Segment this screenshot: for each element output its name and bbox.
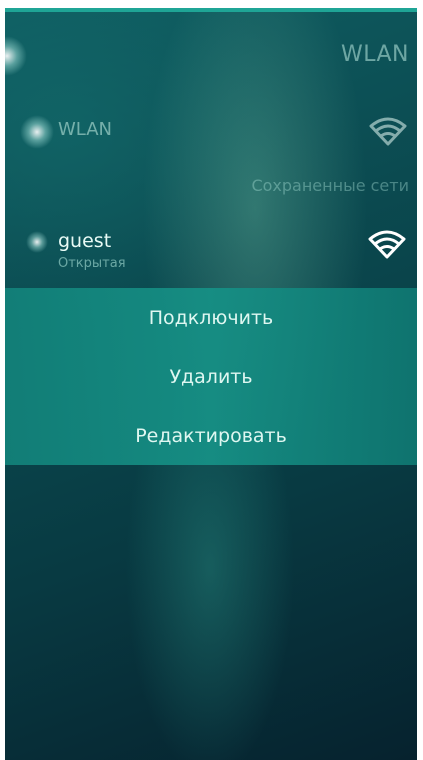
delete-menu-item[interactable]: Удалить xyxy=(5,349,417,405)
wifi-icon xyxy=(369,117,407,146)
connect-menu-item[interactable]: Подключить xyxy=(5,290,417,346)
top-accent-strip xyxy=(5,8,417,12)
wifi-icon xyxy=(368,230,406,259)
pulley-menu-indicator[interactable] xyxy=(5,36,27,76)
network-item-guest[interactable]: guest Открытая xyxy=(5,228,417,280)
context-menu: Подключить Удалить Редактировать xyxy=(5,288,417,465)
edit-menu-item[interactable]: Редактировать xyxy=(5,408,417,464)
wlan-settings-page: WLAN WLAN Сохраненные сети guest Открыта… xyxy=(5,8,417,760)
saved-networks-header: Сохраненные сети xyxy=(251,176,409,195)
wlan-toggle-row[interactable]: WLAN xyxy=(5,112,417,150)
wlan-switch-indicator[interactable] xyxy=(20,115,54,149)
network-status-dot xyxy=(26,231,48,253)
network-name: guest xyxy=(58,230,112,252)
network-security: Открытая xyxy=(58,256,126,271)
page-title: WLAN xyxy=(340,42,409,67)
wlan-toggle-label: WLAN xyxy=(58,119,113,140)
